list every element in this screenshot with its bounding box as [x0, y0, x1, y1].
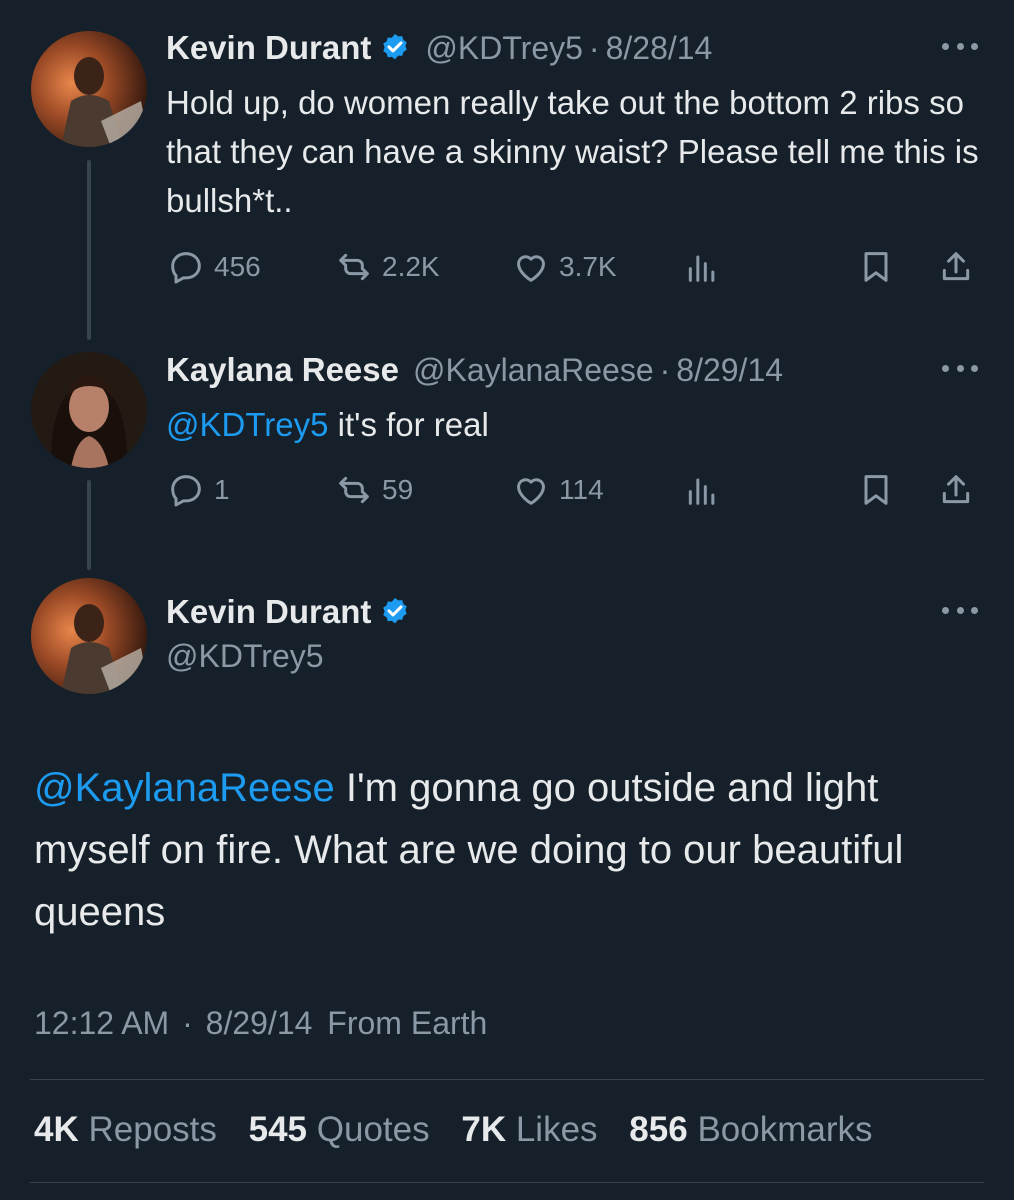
share-button[interactable] [936, 245, 984, 289]
tweet-text-content: it's for real [328, 406, 489, 443]
bookmarks-stat[interactable]: 856 Bookmarks [629, 1110, 872, 1149]
more-icon[interactable] [936, 34, 984, 58]
like-button[interactable]: 114 [511, 468, 604, 512]
like-icon [517, 255, 545, 282]
reposts-stat[interactable]: 4K Reposts [34, 1110, 239, 1149]
reply-count: 456 [214, 251, 261, 282]
avatar-kevin-durant[interactable] [31, 31, 147, 147]
tweet-header: Kevin Durant @KDTrey5 · 8/28/14 [166, 28, 984, 68]
verified-badge-icon [383, 34, 408, 60]
more-icon[interactable] [936, 598, 984, 622]
author-name[interactable]: Kaylana Reese [166, 351, 399, 389]
like-count: 114 [559, 474, 604, 505]
tweet-time[interactable]: 12:12 AM [34, 1005, 169, 1041]
author-handle[interactable]: @KDTrey5 [425, 30, 583, 67]
separator-dot: · [588, 29, 600, 66]
views-icon [688, 255, 715, 282]
views-button[interactable] [682, 245, 730, 289]
repost-count: 59 [382, 474, 414, 505]
tweet-2[interactable]: Kaylana Reese @KaylanaReese · 8/29/14 @K… [166, 350, 984, 449]
main-tweet-text: @KaylanaReese I'm gonna go outside and l… [34, 757, 974, 943]
likes-count: 7K [461, 1110, 507, 1149]
avatar-kevin-durant[interactable] [31, 578, 147, 694]
mention-link[interactable]: @KaylanaReese [34, 766, 335, 810]
reply-icon [171, 475, 201, 507]
quotes-label: Quotes [316, 1110, 430, 1149]
tweet-header: Kevin Durant [166, 592, 984, 632]
tweet-header: Kaylana Reese @KaylanaReese · 8/29/14 [166, 350, 984, 390]
share-icon [942, 475, 970, 504]
bookmark-button[interactable] [856, 245, 904, 289]
share-icon [942, 252, 970, 281]
tweet-date[interactable]: 8/29/14 [676, 352, 783, 389]
more-icon[interactable] [936, 356, 984, 380]
tweet-actions: 456 2.2K 3.7K [166, 245, 984, 289]
like-icon [517, 478, 545, 505]
share-button[interactable] [936, 468, 984, 512]
divider [30, 1079, 984, 1080]
tweet-actions: 1 59 114 [166, 468, 984, 512]
author-name[interactable]: Kevin Durant [166, 593, 371, 631]
views-icon [688, 478, 715, 505]
reply-count: 1 [214, 474, 230, 505]
repost-icon [339, 476, 369, 504]
bookmark-button[interactable] [856, 468, 904, 512]
bookmark-icon [864, 475, 888, 505]
tweet-date[interactable]: 8/28/14 [606, 30, 713, 67]
thread-line [87, 480, 91, 570]
quotes-stat[interactable]: 545 Quotes [249, 1110, 452, 1149]
author-handle[interactable]: @KaylanaReese [413, 352, 654, 389]
repost-count: 2.2K [382, 251, 440, 282]
tweet-source: From Earth [327, 1005, 488, 1041]
main-tweet-header: Kevin Durant @KDTrey5 [166, 592, 984, 675]
thread-line [87, 160, 91, 340]
reply-icon [171, 252, 201, 284]
tweet-meta: 12:12 AM · 8/29/14 From Earth [34, 1005, 487, 1042]
separator-dot: · [182, 1005, 193, 1041]
divider [30, 1182, 984, 1183]
tweet-text: @KDTrey5 it's for real [166, 400, 984, 449]
reply-button[interactable]: 456 [166, 245, 261, 289]
tweet-thread: Kevin Durant @KDTrey5 · 8/28/14 Hold up,… [0, 0, 1014, 1200]
repost-button[interactable]: 59 [334, 468, 413, 512]
tweet-date[interactable]: 8/29/14 [206, 1005, 313, 1041]
mention-link[interactable]: @KDTrey5 [166, 406, 328, 443]
reposts-label: Reposts [88, 1110, 217, 1149]
engagement-stats: 4K Reposts 545 Quotes 7K Likes 856 Bookm… [34, 1110, 873, 1150]
repost-button[interactable]: 2.2K [334, 245, 440, 289]
like-button[interactable]: 3.7K [511, 245, 617, 289]
verified-badge-icon [383, 598, 408, 624]
reply-button[interactable]: 1 [166, 468, 230, 512]
quotes-count: 545 [248, 1110, 308, 1149]
like-count: 3.7K [559, 251, 617, 282]
author-name[interactable]: Kevin Durant [166, 29, 371, 67]
bookmarks-count: 856 [629, 1110, 688, 1149]
bookmark-icon [864, 252, 888, 282]
views-button[interactable] [682, 468, 730, 512]
likes-label: Likes [515, 1110, 598, 1149]
tweet-text: Hold up, do women really take out the bo… [166, 84, 979, 219]
separator-dot: · [659, 351, 671, 388]
author-handle[interactable]: @KDTrey5 [166, 638, 984, 675]
reposts-count: 4K [34, 1110, 79, 1149]
repost-icon [339, 253, 369, 281]
likes-stat[interactable]: 7K Likes [461, 1110, 619, 1149]
bookmarks-label: Bookmarks [697, 1110, 873, 1149]
avatar-kaylana-reese[interactable] [31, 352, 147, 468]
tweet-1[interactable]: Kevin Durant @KDTrey5 · 8/28/14 Hold up,… [166, 28, 984, 225]
